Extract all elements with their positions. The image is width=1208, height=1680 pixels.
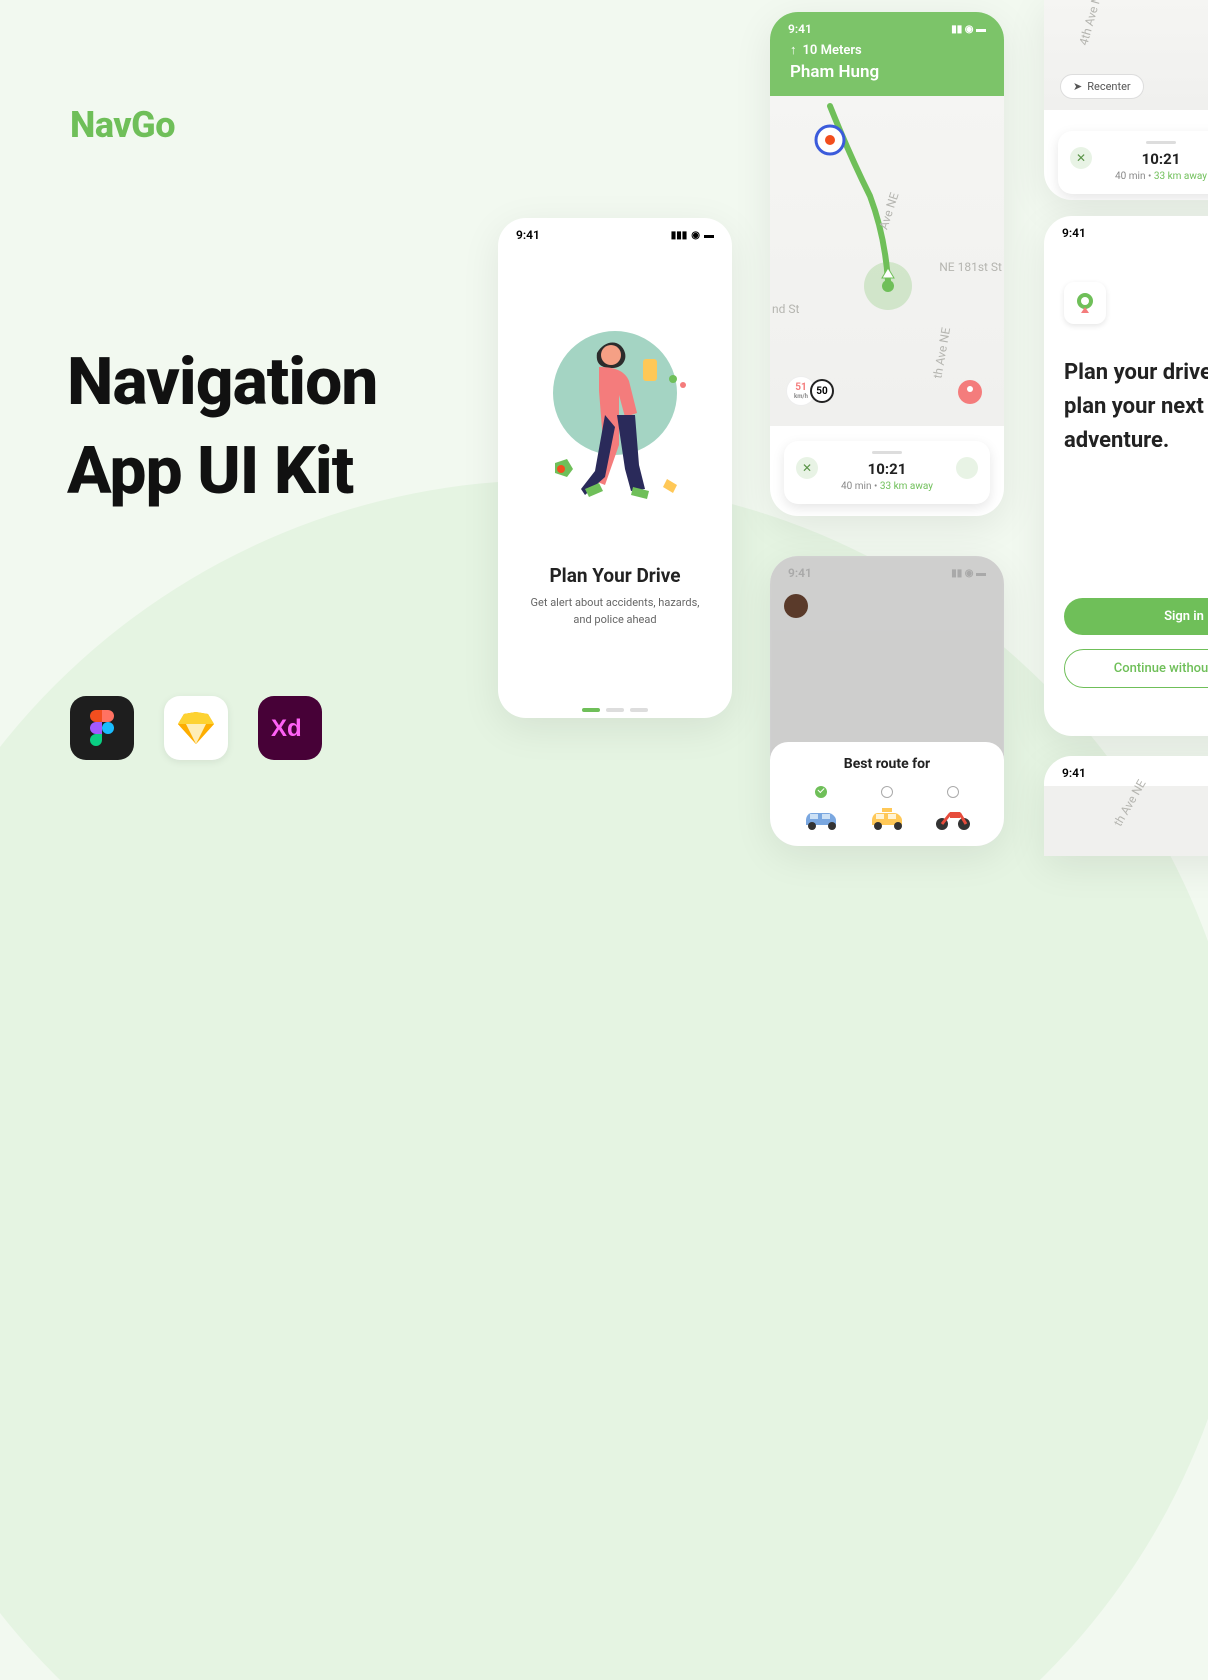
signal-icon: ▮▮▮: [671, 230, 688, 241]
nav-distance: ↑ 10 Meters: [770, 42, 1004, 58]
route-options: [788, 786, 986, 834]
recenter-button[interactable]: ➤ Recenter: [1060, 74, 1144, 99]
map-street-label: NE 181st St: [939, 260, 1002, 274]
status-bar: 9:41: [1044, 216, 1208, 246]
radio-icon[interactable]: [881, 786, 893, 798]
dot: [606, 708, 624, 712]
onboarding-subtitle: Get alert about accidents, hazards, and …: [498, 587, 732, 628]
mockup-map-small: 9:41 th Ave NE: [1044, 756, 1208, 856]
map-area[interactable]: nd St NE 181st St Ave NE th Ave NE 51 km…: [770, 96, 1004, 426]
mockup-onboarding: 9:41 ▮▮▮ ◉ ▬: [498, 218, 732, 718]
mockup-route-picker: 9:41 ▮▮ ◉ ▬ Best route for: [770, 556, 1004, 846]
route-option-motorcycle[interactable]: [932, 786, 974, 834]
route-sheet[interactable]: Best route for: [770, 742, 1004, 846]
signin-heading: Plan your drive, plan your next adventur…: [1044, 356, 1208, 458]
route-meta: 40 min • 33 km away: [798, 481, 976, 492]
figma-icon: [70, 696, 134, 760]
mockup-navigation: 9:41 ▮▮ ◉ ▬ ↑ 10 Meters Pham Hung nd St …: [770, 12, 1004, 516]
onboarding-title: Plan Your Drive: [498, 564, 732, 587]
battery-icon: ▬: [704, 230, 714, 241]
location-icon[interactable]: [956, 457, 978, 479]
car-icon: [800, 804, 842, 834]
status-icons: ▮▮▮ ◉ ▬: [671, 230, 714, 241]
status-time: 9:41: [516, 228, 540, 242]
status-bar: 9:41 ▮▮▮ ◉ ▬: [498, 218, 732, 248]
continue-without-signin-button[interactable]: Continue without sign in: [1064, 649, 1208, 688]
app-logo-icon: [1064, 282, 1106, 324]
headline-line2: App UI Kit: [67, 427, 377, 516]
close-icon[interactable]: ✕: [1070, 147, 1092, 169]
sketch-icon: [164, 696, 228, 760]
avatar[interactable]: [784, 594, 808, 618]
mockup-signin: 9:41 Plan your drive, plan your next adv…: [1044, 216, 1208, 736]
dot-active: [582, 708, 600, 712]
status-icons: ▮▮ ◉ ▬: [951, 24, 986, 35]
distance-value: 10 Meters: [803, 43, 862, 58]
wifi-icon: ◉: [691, 230, 700, 241]
signin-button[interactable]: Sign in: [1064, 598, 1208, 635]
map-ave-label: 4th Ave NE: [1076, 0, 1106, 47]
dot: [630, 708, 648, 712]
route-meta: 40 min • 33 km away: [1072, 171, 1208, 182]
status-time: 9:41: [788, 566, 812, 580]
navigation-header: 9:41 ▮▮ ◉ ▬ ↑ 10 Meters Pham Hung: [770, 12, 1004, 96]
status-bar: 9:41: [1044, 756, 1208, 786]
close-icon[interactable]: ✕: [796, 457, 818, 479]
taxi-icon: [866, 804, 908, 834]
map-street-label: nd St: [772, 302, 799, 316]
onboarding-illustration: [498, 278, 732, 528]
status-bar: 9:41 ▮▮ ◉ ▬: [770, 12, 1004, 42]
recenter-label: Recenter: [1087, 80, 1130, 93]
route-option-taxi[interactable]: [866, 786, 908, 834]
brand-logo: NavGo: [70, 104, 175, 146]
svg-text:Xd: Xd: [271, 715, 302, 742]
speed-limit: 50: [810, 379, 834, 403]
destination-name: Pham Hung: [770, 58, 1004, 82]
route-option-car[interactable]: [800, 786, 842, 834]
radio-checked-icon[interactable]: [815, 786, 827, 798]
status-time: 9:41: [1062, 226, 1086, 240]
map-area[interactable]: 4th Ave NE NE 181st St NE 179th St ➤ Rec…: [1044, 0, 1208, 110]
design-tool-icons: Xd: [70, 696, 322, 760]
drag-handle[interactable]: [872, 451, 902, 454]
drag-handle[interactable]: [1146, 141, 1176, 144]
xd-icon: Xd: [258, 696, 322, 760]
motorcycle-icon: [932, 804, 974, 834]
route-sheet-title: Best route for: [788, 756, 986, 772]
status-time: 9:41: [1062, 766, 1086, 780]
route-summary-card[interactable]: ✕ 10:21 40 min • 33 km away: [1058, 131, 1208, 194]
arrival-time: 10:21: [798, 460, 976, 478]
arrow-up-icon: ↑: [790, 42, 797, 58]
status-icons: ▮▮ ◉ ▬: [951, 568, 986, 579]
status-bar: 9:41 ▮▮ ◉ ▬: [770, 556, 1004, 586]
status-time: 9:41: [788, 22, 812, 36]
radio-icon[interactable]: [947, 786, 959, 798]
headline-line1: Navigation: [67, 338, 377, 427]
mockup-recenter: 4th Ave NE NE 181st St NE 179th St ➤ Rec…: [1044, 0, 1208, 200]
route-summary-card[interactable]: ✕ 10:21 40 min • 33 km away: [784, 441, 990, 504]
page-headline: Navigation App UI Kit: [67, 338, 377, 516]
arrival-time: 10:21: [1072, 150, 1208, 168]
compass-icon: ➤: [1073, 80, 1082, 93]
page-indicator: [498, 708, 732, 712]
